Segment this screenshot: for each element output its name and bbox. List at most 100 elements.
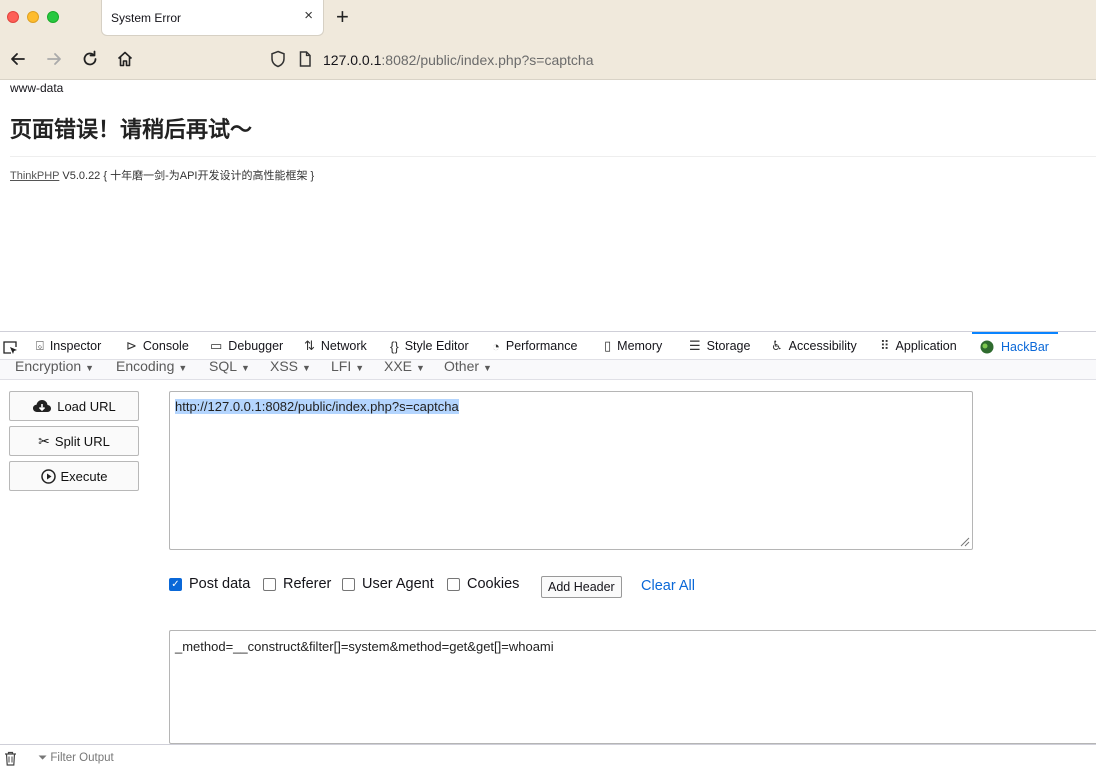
tab-label: Style Editor	[404, 339, 469, 353]
split-url-button[interactable]: ✂ Split URL	[9, 426, 139, 456]
cookies-checkbox[interactable]: Cookies	[447, 576, 519, 592]
tab-label: Memory	[617, 339, 663, 353]
checkbox-label: Referer	[283, 576, 332, 592]
menu-sql[interactable]: SQL ▼	[209, 358, 250, 374]
load-url-button[interactable]: Load URL	[9, 391, 139, 421]
tab-console[interactable]: ⊳ Console	[126, 332, 189, 360]
tab-network[interactable]: ⇅ Network	[304, 332, 367, 360]
checkbox-label: Cookies	[467, 576, 520, 592]
tab-memory[interactable]: ▯ Memory	[604, 332, 662, 360]
button-label: Execute	[60, 468, 108, 484]
referer-checkbox[interactable]: Referer	[263, 576, 331, 592]
application-icon: ⠿	[880, 338, 890, 353]
tab-label: Accessibility	[788, 339, 857, 353]
checkmark-icon: ✓	[169, 577, 182, 591]
user-agent-checkbox[interactable]: User Agent	[342, 576, 434, 592]
new-tab-button[interactable]: +	[336, 5, 349, 29]
menu-xxe[interactable]: XXE ▼	[384, 358, 425, 374]
tab-storage[interactable]: ☰ Storage	[689, 332, 750, 360]
tab-label: Inspector	[49, 339, 102, 353]
framework-footer: ThinkPHP V5.0.22 { 十年磨一剑-为API开发设计的高性能框架 …	[10, 167, 314, 183]
close-window-button[interactable]	[7, 11, 19, 23]
page-content: www-data 页面错误！请稍后再试～ ThinkPHP V5.0.22 { …	[0, 80, 1096, 331]
address-bar[interactable]: 127.0.0.1:8082/public/index.php?s=captch…	[323, 52, 594, 68]
divider	[10, 156, 1096, 157]
menu-label: XSS	[270, 358, 299, 374]
forward-icon[interactable]	[44, 49, 64, 69]
tab-hackbar[interactable]: HackBar	[972, 332, 1058, 360]
zoom-window-button[interactable]	[47, 11, 59, 23]
checkbox-box	[447, 577, 460, 591]
hackbar-panel: Load URL ✂ Split URL Execute http://127.…	[0, 380, 1096, 744]
tab-label: Application	[895, 339, 957, 353]
tab-label: Performance	[505, 339, 578, 353]
clear-all-link[interactable]: Clear All	[641, 578, 695, 594]
tab-debugger[interactable]: ▭ Debugger	[210, 332, 283, 360]
hackbar-icon	[980, 340, 994, 354]
caret-down-icon: ▼	[302, 363, 311, 373]
console-bar: ⏷ Filter Output	[0, 744, 1096, 772]
trash-icon[interactable]	[4, 751, 17, 766]
tab-performance[interactable]: ◔ Performance	[492, 332, 577, 360]
tab-accessibility[interactable]: ♿ Accessibility	[771, 332, 857, 360]
page-info-icon[interactable]	[295, 49, 315, 69]
menu-other[interactable]: Other ▼	[444, 358, 492, 374]
caret-down-icon: ▼	[416, 363, 425, 373]
caret-down-icon: ▼	[483, 363, 492, 373]
menu-label: SQL	[209, 358, 238, 374]
menu-label: XXE	[384, 358, 413, 374]
shield-icon[interactable]	[268, 49, 288, 69]
url-value: http://127.0.0.1:8082/public/index.php?s…	[175, 399, 459, 414]
accessibility-icon: ♿	[771, 338, 783, 353]
url-path: :8082/public/index.php?s=captcha	[381, 52, 594, 68]
back-icon[interactable]	[8, 49, 28, 69]
menu-encoding[interactable]: Encoding ▼	[116, 358, 187, 374]
navigation-bar: 127.0.0.1:8082/public/index.php?s=captch…	[0, 37, 1096, 80]
error-title: 页面错误！请稍后再试～	[10, 117, 253, 142]
caret-down-icon: ▼	[241, 363, 250, 373]
menu-label: LFI	[331, 358, 352, 374]
caret-down-icon: ▼	[178, 363, 188, 373]
storage-icon: ☰	[689, 338, 701, 353]
resize-handle-icon[interactable]	[960, 537, 970, 547]
home-icon[interactable]	[115, 49, 135, 69]
filter-icon: ⏷	[38, 752, 48, 764]
filter-placeholder: Filter Output	[50, 752, 114, 764]
play-circle-icon	[40, 468, 56, 484]
menu-encryption[interactable]: Encryption ▼	[15, 358, 94, 374]
checkbox-box	[342, 577, 355, 591]
close-tab-icon[interactable]: ×	[304, 8, 313, 24]
menu-lfi[interactable]: LFI ▼	[331, 358, 364, 374]
thinkphp-link[interactable]: ThinkPHP	[10, 170, 59, 182]
checkbox-label: User Agent	[362, 576, 434, 592]
post-data-value: _method=__construct&filter[]=system&meth…	[175, 639, 554, 654]
checkbox-box	[263, 577, 276, 591]
debugger-icon: ▭	[210, 338, 223, 353]
menu-label: Encoding	[116, 358, 175, 374]
execute-button[interactable]: Execute	[9, 461, 139, 491]
menu-xss[interactable]: XSS ▼	[270, 358, 311, 374]
cloud-download-icon	[33, 400, 52, 412]
inspector-icon: ⌺	[36, 338, 44, 353]
tab-label: Storage	[706, 339, 751, 353]
tab-style-editor[interactable]: {} Style Editor	[390, 332, 469, 360]
element-picker-icon[interactable]	[2, 339, 18, 355]
tab-inspector[interactable]: ⌺ Inspector	[36, 332, 101, 360]
tab-label: Network	[320, 339, 367, 353]
url-host: 127.0.0.1	[323, 52, 382, 68]
browser-tab[interactable]: System Error ×	[101, 0, 324, 36]
framework-version: V5.0.22 { 十年磨一剑-为API开发设计的高性能框架 }	[59, 170, 315, 182]
post-data-checkbox[interactable]: ✓ Post data	[169, 576, 250, 592]
filter-output-input[interactable]: ⏷ Filter Output	[38, 752, 114, 765]
post-data-textarea[interactable]: _method=__construct&filter[]=system&meth…	[169, 630, 1096, 744]
button-label: Load URL	[57, 398, 116, 414]
reload-icon[interactable]	[80, 49, 100, 69]
tab-label: Console	[142, 339, 189, 353]
tab-application[interactable]: ⠿ Application	[880, 332, 957, 360]
url-textarea[interactable]: http://127.0.0.1:8082/public/index.php?s…	[169, 391, 973, 550]
add-header-button[interactable]: Add Header	[541, 576, 622, 598]
minimize-window-button[interactable]	[27, 11, 39, 23]
console-icon: ⊳	[126, 338, 137, 353]
style-editor-icon: {}	[390, 338, 399, 354]
caret-down-icon: ▼	[85, 363, 95, 373]
